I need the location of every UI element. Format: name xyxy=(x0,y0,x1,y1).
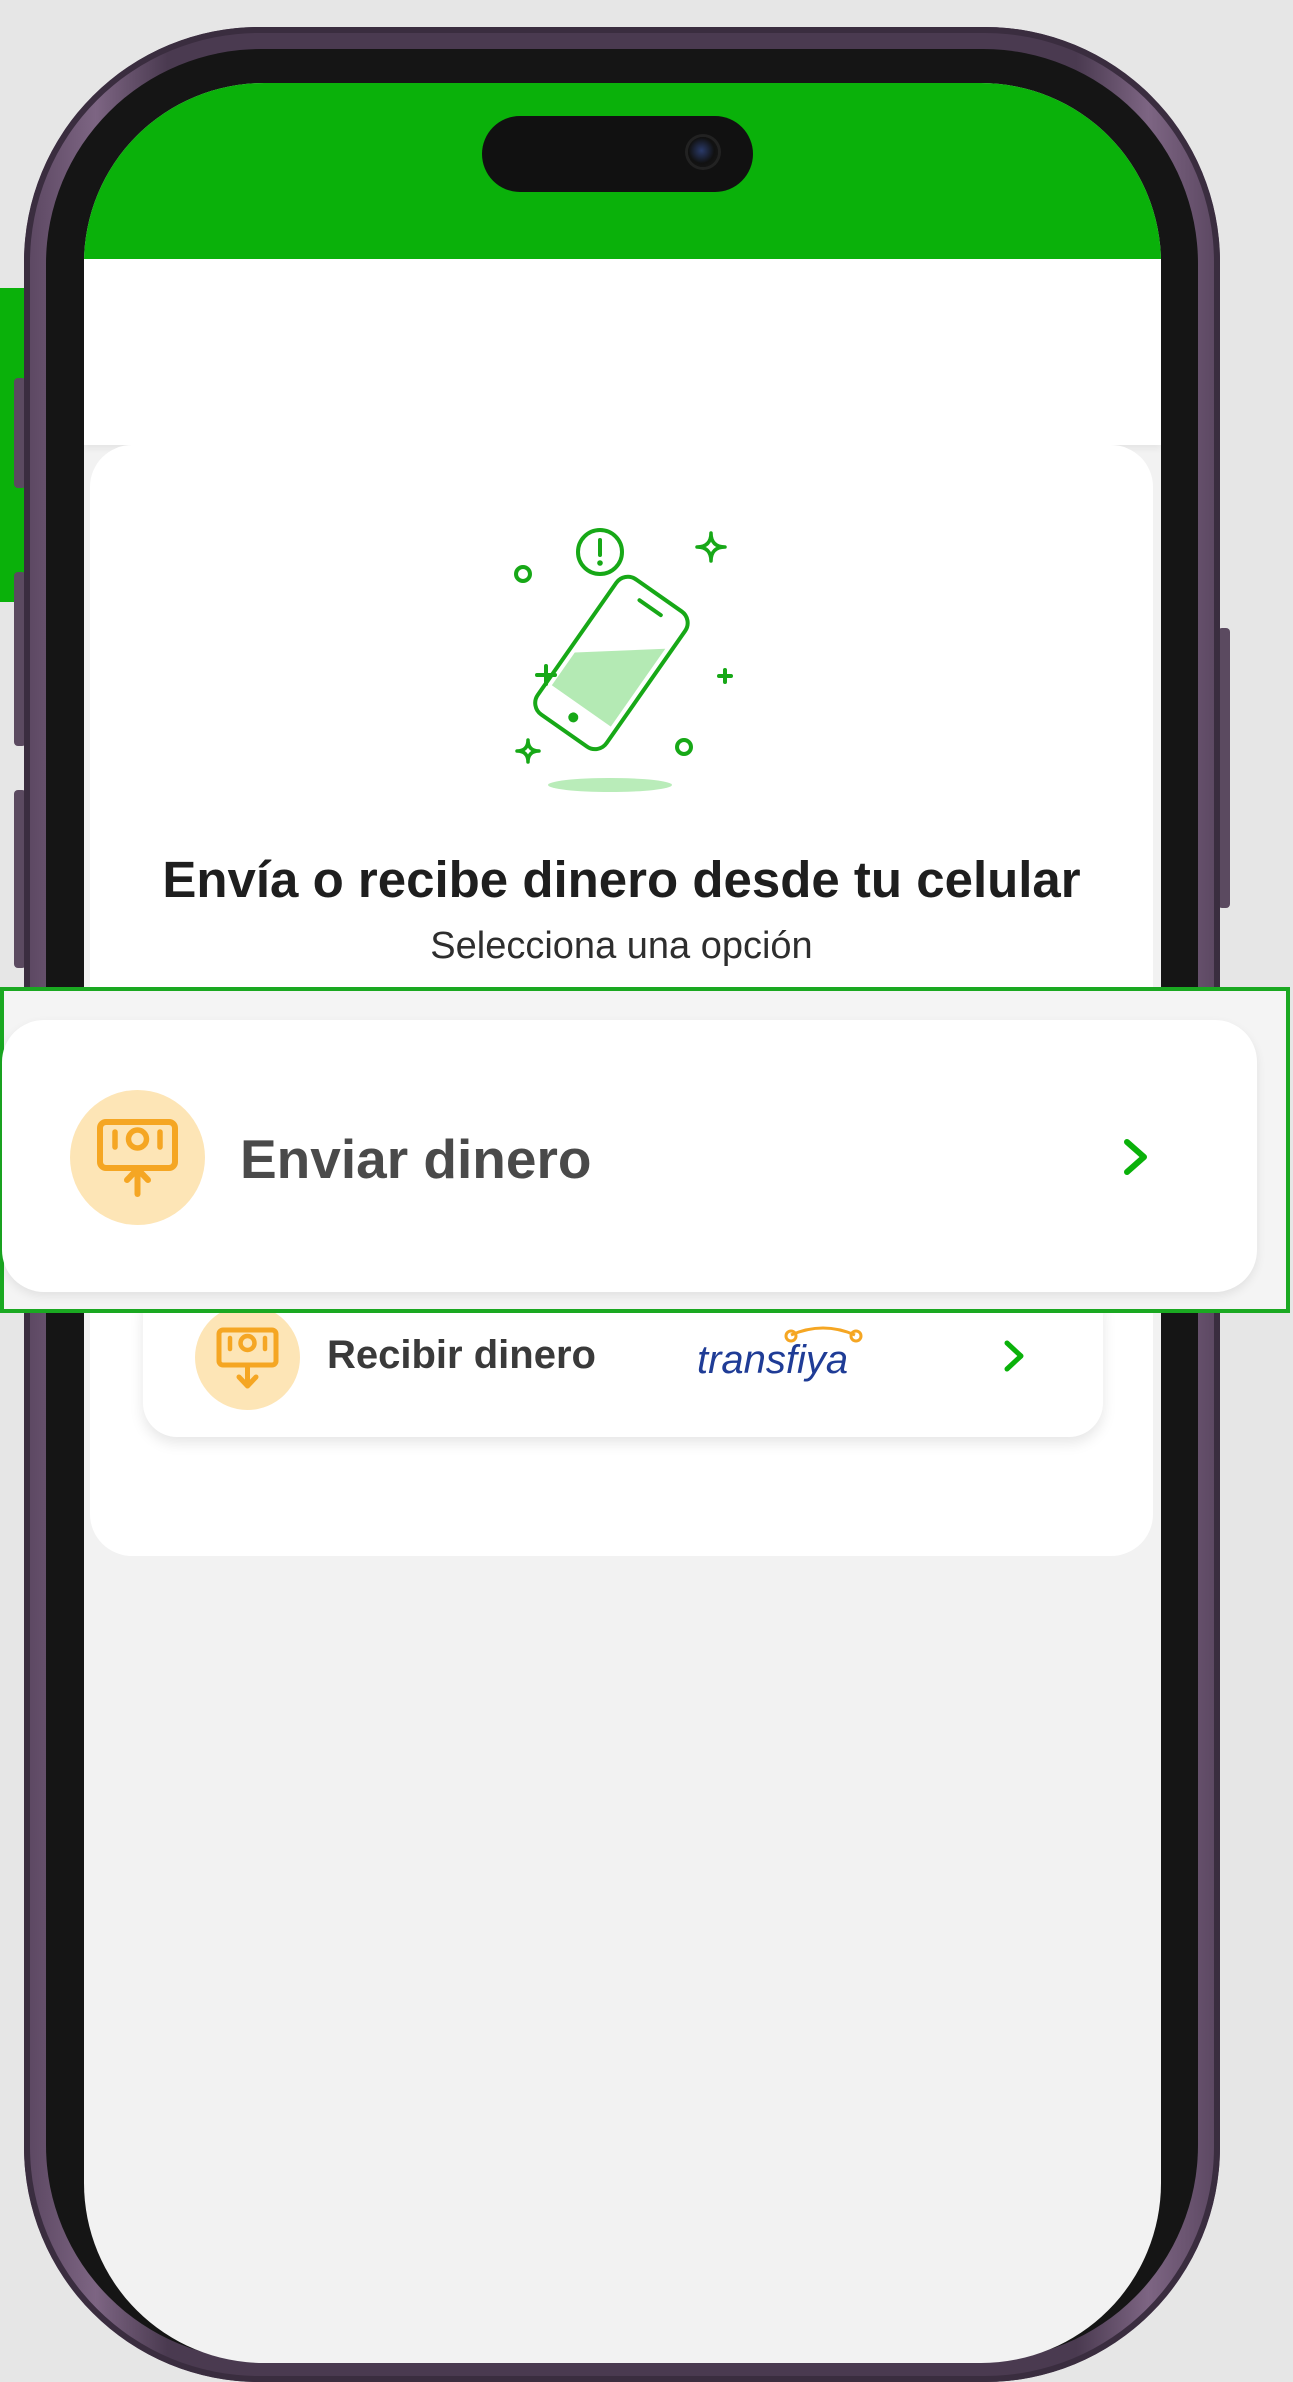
money-receive-icon xyxy=(195,1305,300,1410)
send-money-label: Enviar dinero xyxy=(240,1128,592,1190)
page-title: Envía o recibe dinero desde tu celular xyxy=(162,851,1081,908)
transfiya-logo: transfiya xyxy=(697,1326,863,1382)
chevron-right-icon xyxy=(1004,1340,1024,1372)
send-money-option[interactable]: Enviar dinero xyxy=(2,1020,1257,1292)
header-bar xyxy=(84,259,1161,445)
money-send-icon xyxy=(70,1090,205,1225)
chevron-right-icon xyxy=(1124,1139,1147,1175)
phone-alert-illustration-icon xyxy=(514,528,733,792)
receive-money-label: Recibir dinero xyxy=(327,1333,596,1377)
page-subtitle: Selecciona una opción xyxy=(430,925,813,967)
svg-text:transfiya: transfiya xyxy=(697,1338,848,1382)
camera-icon xyxy=(688,137,718,167)
